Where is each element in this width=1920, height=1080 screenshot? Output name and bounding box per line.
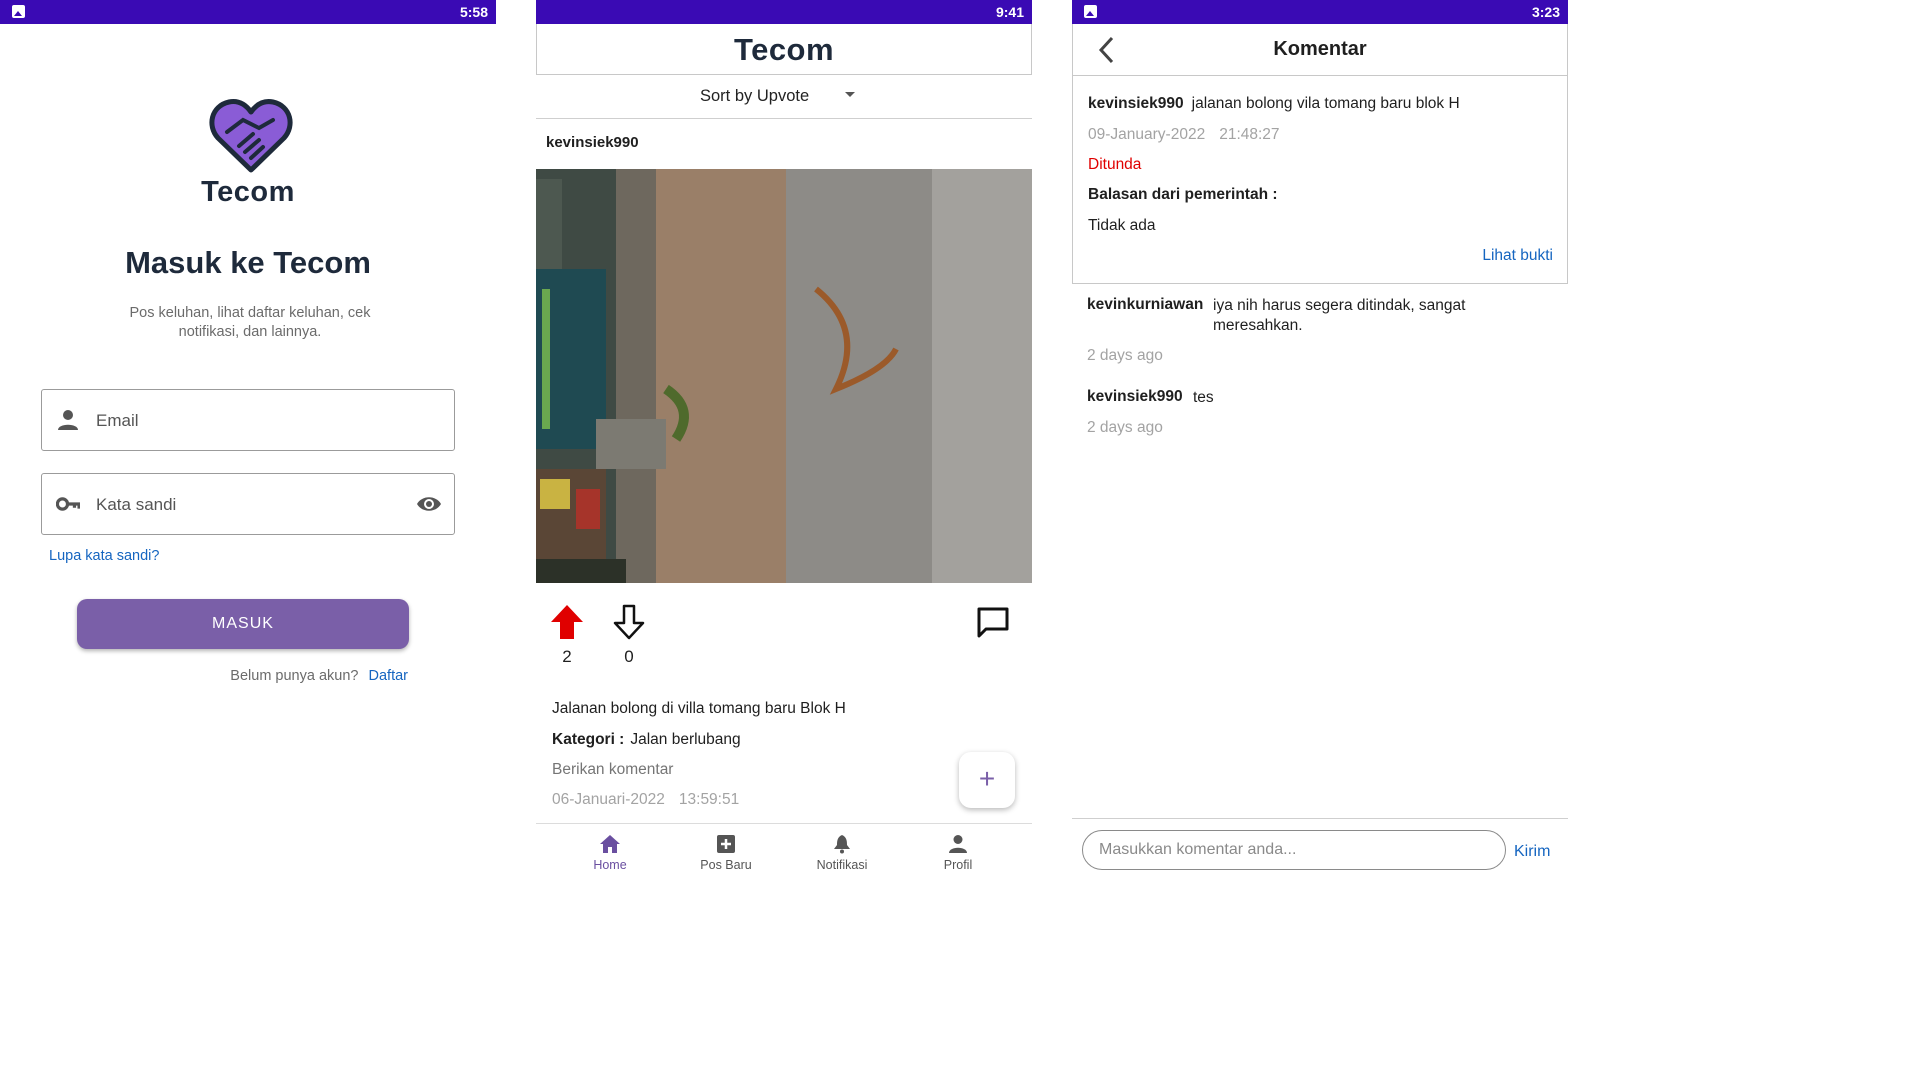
post-description: Jalanan bolong di villa tomang baru Blok… xyxy=(552,700,846,717)
email-field[interactable]: Email xyxy=(41,389,455,451)
home-icon xyxy=(600,835,620,853)
password-placeholder: Kata sandi xyxy=(96,495,177,514)
person-icon xyxy=(949,835,967,853)
upvote-button[interactable]: 2 xyxy=(548,604,586,667)
bottom-navigation: Home Pos Baru Notifikasi Profil xyxy=(536,823,1032,882)
gallery-notification-icon xyxy=(12,5,25,18)
comment-username: kevinsiek990 xyxy=(1087,388,1183,405)
home-screen: 9:41 Tecom Sort by Upvote kevinsiek990 2 xyxy=(536,0,1032,882)
report-card: kevinsiek990 jalanan bolong vila tomang b… xyxy=(1072,76,1568,284)
comment-text: iya nih harus segera ditindak, sangat me… xyxy=(1213,297,1466,334)
report-header: kevinsiek990 jalanan bolong vila tomang b… xyxy=(1088,95,1460,113)
give-comment-link[interactable]: Berikan komentar xyxy=(552,761,673,779)
category-label: Kategori : xyxy=(552,731,625,748)
post-date: 06-Januari-2022 xyxy=(552,791,665,808)
nav-notifications[interactable]: Notifikasi xyxy=(792,834,892,872)
comment-username: kevinkurniawan xyxy=(1087,296,1204,313)
password-field[interactable]: Kata sandi xyxy=(41,473,455,535)
app-bar: Komentar xyxy=(1072,24,1568,76)
add-box-icon xyxy=(717,835,735,853)
category-value: Jalan berlubang xyxy=(630,731,741,748)
post-datetime: 06-Januari-2022 13:59:51 xyxy=(552,791,739,809)
arrow-down-icon xyxy=(613,604,645,640)
nav-new-post[interactable]: Pos Baru xyxy=(676,834,776,872)
downvote-button[interactable]: 0 xyxy=(610,604,648,667)
status-badge: Ditunda xyxy=(1088,156,1142,173)
comments-screen: 3:23 Komentar kevinsiek990 jalanan bolong… xyxy=(1072,0,1568,882)
report-username: kevinsiek990 xyxy=(1088,95,1184,112)
send-button[interactable]: Kirim xyxy=(1514,843,1550,861)
forgot-password-link[interactable]: Lupa kata sandi? xyxy=(49,548,159,564)
register-link[interactable]: Daftar xyxy=(369,668,409,684)
nav-profile[interactable]: Profil xyxy=(908,834,1008,872)
eye-icon[interactable] xyxy=(416,492,442,516)
status-time: 9:41 xyxy=(995,4,1024,20)
post-category: Kategori : Jalan berlubang xyxy=(552,731,741,749)
report-text: jalanan bolong vila tomang baru blok H xyxy=(1191,95,1460,112)
login-button[interactable]: MASUK xyxy=(77,599,409,649)
no-account-text: Belum punya akun? xyxy=(230,668,359,684)
post-time: 13:59:51 xyxy=(678,791,740,808)
add-post-fab[interactable]: + xyxy=(959,752,1015,808)
divider xyxy=(1072,818,1568,819)
post-photo[interactable] xyxy=(536,169,1032,583)
nav-label: Pos Baru xyxy=(700,858,752,872)
status-time: 5:58 xyxy=(459,4,488,20)
upvote-count: 2 xyxy=(562,647,572,666)
app-bar: Tecom xyxy=(536,24,1032,75)
sort-label: Sort by Upvote xyxy=(700,87,810,105)
person-icon xyxy=(58,410,78,430)
nav-label: Home xyxy=(593,858,627,872)
comment-time: 2 days ago xyxy=(1087,419,1163,436)
comment-item: kevinkurniawan iya nih harus segera diti… xyxy=(1087,296,1557,336)
page-title: Masuk ke Tecom xyxy=(125,245,371,280)
page-title: Komentar xyxy=(1273,38,1367,60)
report-date: 09-January-2022 xyxy=(1088,126,1206,143)
bell-icon xyxy=(834,835,850,854)
nav-home[interactable]: Home xyxy=(560,834,660,872)
comment-icon[interactable] xyxy=(976,606,1010,638)
report-datetime: 09-January-2022 21:48:27 xyxy=(1088,126,1280,144)
view-proof-link[interactable]: Lihat bukti xyxy=(1482,247,1553,265)
sort-dropdown[interactable]: Sort by Upvote xyxy=(536,84,1032,118)
email-placeholder: Email xyxy=(96,411,139,430)
comment-text: tes xyxy=(1193,389,1214,406)
status-time: 3:23 xyxy=(1531,4,1560,20)
comment-input[interactable]: Masukkan komentar anda... xyxy=(1082,830,1506,870)
status-bar: 3:23 xyxy=(1072,0,1568,24)
brand-name: Tecom xyxy=(201,176,295,208)
nav-label: Notifikasi xyxy=(816,858,868,872)
status-bar: 5:58 xyxy=(0,0,496,24)
page-subtitle: Pos keluhan, lihat daftar keluhan, cek n… xyxy=(129,305,371,340)
gallery-notification-icon xyxy=(1084,5,1097,18)
report-time: 21:48:27 xyxy=(1219,126,1280,143)
logo-heart-icon xyxy=(209,99,293,173)
reply-label: Balasan dari pemerintah : xyxy=(1088,186,1278,203)
chevron-down-icon xyxy=(845,92,855,97)
divider xyxy=(536,118,1032,119)
brand-name: Tecom xyxy=(733,32,835,67)
comment-item: kevinsiek990 tes xyxy=(1087,388,1557,408)
reply-text: Tidak ada xyxy=(1088,217,1156,234)
downvote-count: 0 xyxy=(624,647,634,666)
post-username: kevinsiek990 xyxy=(546,134,639,151)
login-screen: 5:58 Tecom Masuk ke Tecom Pos keluhan, l… xyxy=(0,0,496,882)
comment-time: 2 days ago xyxy=(1087,347,1163,364)
key-icon xyxy=(56,497,80,511)
nav-label: Profil xyxy=(943,858,973,872)
arrow-up-icon xyxy=(551,605,583,639)
signup-row: Belum punya akun? Daftar xyxy=(230,668,408,684)
status-bar: 9:41 xyxy=(536,0,1032,24)
